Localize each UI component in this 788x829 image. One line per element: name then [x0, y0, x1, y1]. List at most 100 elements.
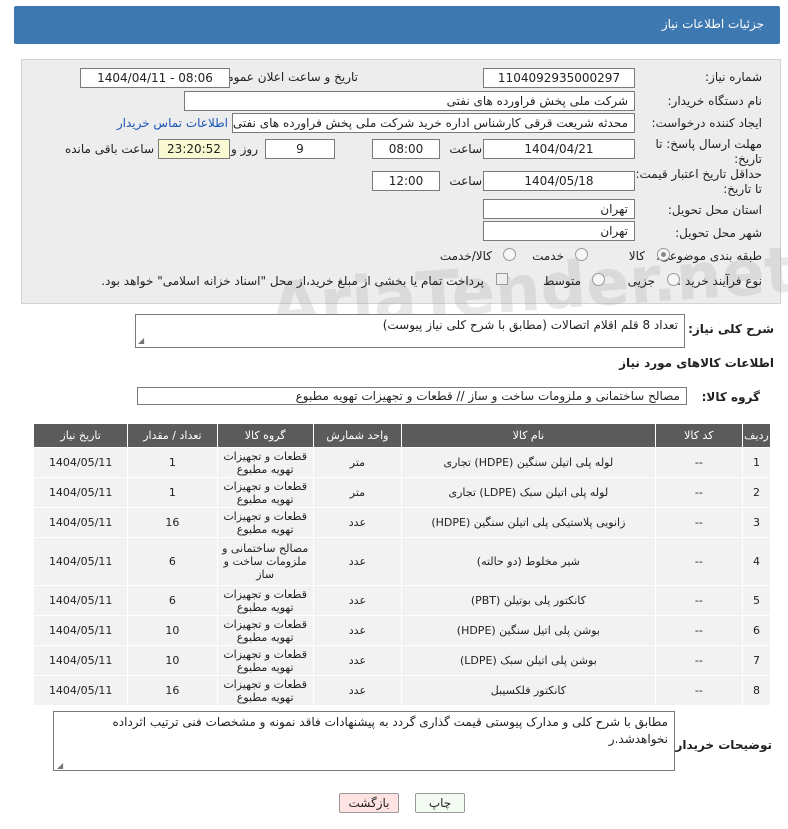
city-label: شهر محل تحویل: [675, 226, 762, 240]
summary-field: تعداد 8 قلم اقلام اتصالات (مطابق با شرح … [135, 314, 685, 348]
cell-group: قطعات و تجهیزات تهویه مطبوع [216, 477, 314, 508]
resize-handle-icon[interactable]: ◢ [138, 336, 144, 345]
cell-name: لوله پلی اتیلن سبک (LDPE) تجاری [401, 477, 656, 508]
cell-code: -- [654, 585, 743, 616]
cell-date: 1404/05/11 [32, 477, 129, 508]
cell-name: شیر مخلوط (دو حالته) [401, 537, 656, 586]
table-row: 5 -- کانکتور پلی بوتیلن (PBT) عدد قطعات … [32, 585, 772, 616]
cell-group: قطعات و تجهیزات تهویه مطبوع [216, 615, 314, 646]
back-button[interactable]: بازگشت [339, 793, 399, 813]
cell-date: 1404/05/11 [32, 447, 129, 478]
cell-code: -- [654, 477, 743, 508]
cell-qty: 10 [127, 645, 218, 676]
table-row: 8 -- کانکتور فلکسیبل عدد قطعات و تجهیزات… [32, 675, 772, 706]
cell-unit: عدد [312, 645, 403, 676]
remaining-time-field: 23:20:52 [158, 139, 230, 159]
table-row: 6 -- بوشن پلی اتیل سنگین (HDPE) عدد قطعا… [32, 615, 772, 646]
table-row: 3 -- زانویی پلاستیکی پلی اتیلن سنگین (HD… [32, 507, 772, 538]
col-date-header: تاریخ نیاز [32, 423, 129, 448]
buyer-field: شرکت ملی پخش فراورده های نفتی [184, 91, 635, 111]
payment-checkbox[interactable] [496, 273, 508, 285]
buyer-label: نام دستگاه خریدار: [667, 94, 763, 108]
deadline-time-label: ساعت [449, 142, 482, 156]
col-group-header: گروه کالا [216, 423, 314, 448]
category-radio-service[interactable] [575, 248, 588, 261]
contact-info-link[interactable]: اطلاعات تماس خریدار [117, 116, 228, 130]
cell-unit: عدد [312, 585, 403, 616]
cell-row: 3 [741, 507, 772, 538]
resize-handle-icon[interactable]: ◢ [57, 761, 63, 770]
cell-name: زانویی پلاستیکی پلی اتیلن سنگین (HDPE) [401, 507, 656, 538]
days-label: روز و [231, 142, 258, 156]
cell-date: 1404/05/11 [32, 585, 129, 616]
cell-row: 4 [741, 537, 772, 586]
cell-date: 1404/05/11 [32, 645, 129, 676]
cell-unit: متر [312, 447, 403, 478]
cell-code: -- [654, 645, 743, 676]
cell-qty: 10 [127, 615, 218, 646]
days-field: 9 [265, 139, 335, 159]
cell-code: -- [654, 507, 743, 538]
table-row: 1 -- لوله پلی اتیلن سنگین (HDPE) تجاری م… [32, 447, 772, 478]
cell-date: 1404/05/11 [32, 615, 129, 646]
goods-section-title: اطلاعات کالاهای مورد نیاز [619, 356, 774, 370]
city-field: تهران [483, 221, 635, 241]
table-row: 7 -- بوشن پلی اتیلن سبک (LDPE) عدد قطعات… [32, 645, 772, 676]
col-name-header: نام کالا [401, 423, 656, 448]
cell-qty: 1 [127, 477, 218, 508]
cell-row: 7 [741, 645, 772, 676]
col-unit-header: واحد شمارش [312, 423, 403, 448]
validity-time-field: 12:00 [372, 171, 440, 191]
cell-group: قطعات و تجهیزات تهویه مطبوع [216, 675, 314, 706]
goods-group-field: مصالح ساختمانی و ملزومات ساخت و ساز // ق… [137, 387, 687, 405]
cell-name: کانکتور پلی بوتیلن (PBT) [401, 585, 656, 616]
cell-row: 6 [741, 615, 772, 646]
cell-row: 2 [741, 477, 772, 508]
cell-qty: 16 [127, 507, 218, 538]
buyer-notes-label: توضیحات خریدار: [670, 738, 772, 752]
validity-time-label: ساعت [449, 174, 482, 188]
col-qty-header: تعداد / مقدار [127, 423, 218, 448]
cell-row: 1 [741, 447, 772, 478]
announce-label: تاریخ و ساعت اعلان عمومی: [213, 70, 358, 84]
cell-qty: 6 [127, 537, 218, 586]
cell-group: قطعات و تجهیزات تهویه مطبوع [216, 585, 314, 616]
cell-date: 1404/05/11 [32, 537, 129, 586]
summary-label: شرح کلی نیاز: [688, 322, 774, 336]
cell-name: بوشن پلی اتیل سنگین (HDPE) [401, 615, 656, 646]
cell-code: -- [654, 615, 743, 646]
validity-label: حداقل تاریخ اعتبار قیمت: تا تاریخ: [635, 167, 762, 196]
cell-name: لوله پلی اتیلن سنگین (HDPE) تجاری [401, 447, 656, 478]
page-header: جزئیات اطلاعات نیاز [14, 6, 780, 44]
process-option-medium: متوسط [543, 274, 581, 288]
cell-code: -- [654, 537, 743, 586]
category-option-service: خدمت [532, 249, 564, 263]
page-title: جزئیات اطلاعات نیاز [661, 17, 764, 31]
cell-unit: متر [312, 477, 403, 508]
creator-field: محدثه شریعت قرقی کارشناس اداره خرید شرکت… [232, 113, 635, 133]
goods-group-label: گروه کالا: [701, 390, 760, 404]
cell-unit: عدد [312, 675, 403, 706]
process-radio-minor[interactable] [667, 273, 680, 286]
cell-row: 5 [741, 585, 772, 616]
cell-unit: عدد [312, 507, 403, 538]
announce-field: 1404/04/11 - 08:06 [80, 68, 230, 88]
col-row-header: ردیف [741, 423, 772, 448]
process-radio-medium[interactable] [592, 273, 605, 286]
cell-date: 1404/05/11 [32, 675, 129, 706]
print-button[interactable]: چاپ [415, 793, 465, 813]
cell-group: قطعات و تجهیزات تهویه مطبوع [216, 447, 314, 478]
category-radio-goods[interactable] [657, 248, 670, 261]
need-number-label: شماره نیاز: [705, 70, 762, 84]
deadline-date-field: 1404/04/21 [483, 139, 635, 159]
col-code-header: کد کالا [654, 423, 743, 448]
cell-row: 8 [741, 675, 772, 706]
remaining-label: ساعت باقی مانده [64, 142, 154, 156]
cell-group: قطعات و تجهیزات تهویه مطبوع [216, 507, 314, 538]
category-radio-goods-service[interactable] [503, 248, 516, 261]
cell-group: قطعات و تجهیزات تهویه مطبوع [216, 645, 314, 676]
cell-date: 1404/05/11 [32, 507, 129, 538]
cell-group: مصالح ساختمانی و ملزومات ساخت و ساز [216, 537, 314, 586]
cell-qty: 16 [127, 675, 218, 706]
deadline-label: مهلت ارسال پاسخ: تا تاریخ: [655, 137, 762, 166]
